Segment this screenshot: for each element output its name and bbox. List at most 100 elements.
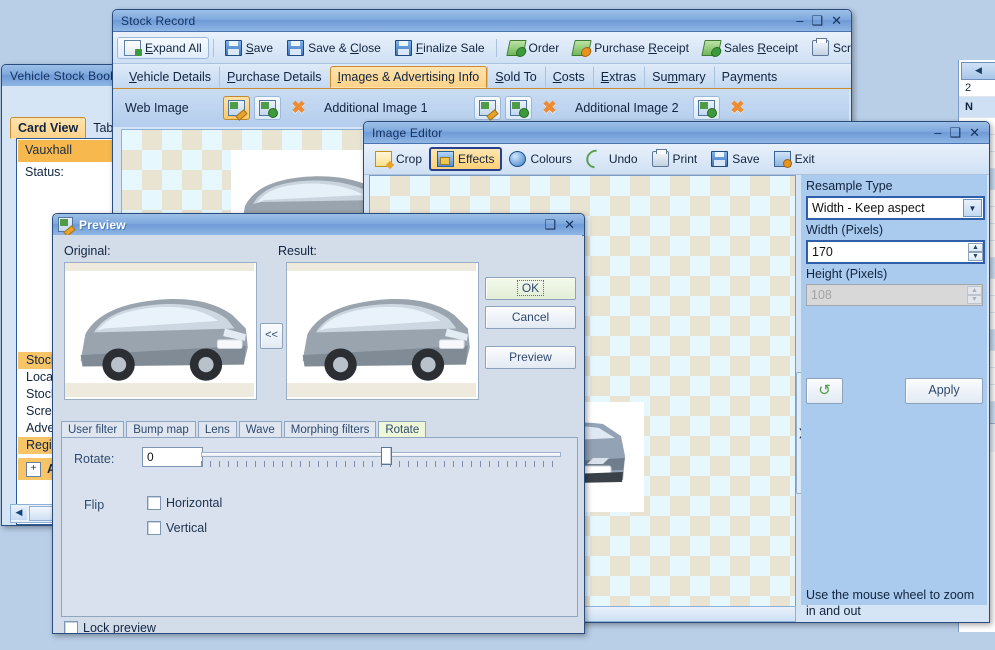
image-editor-titlebar[interactable]: Image Editor – ❑ ✕ [364,122,989,144]
add-image-button[interactable] [505,96,532,120]
stock-record-titlebar[interactable]: Stock Record – ❑ ✕ [113,10,851,32]
refresh-resample-button[interactable]: ↺ [806,378,843,404]
tab-card-view[interactable]: Card View [10,117,87,139]
ok-button[interactable]: OK [485,277,576,300]
rotate-slider[interactable] [201,447,561,467]
editor-print-button[interactable]: Print [645,148,705,170]
editor-button-label: Colours [530,152,572,166]
stock-record-toolbar[interactable]: Expand All Save Save & Close Finalize Sale O… [113,32,851,64]
add-image-button[interactable] [693,96,720,120]
chevron-down-icon[interactable]: ▼ [963,199,982,217]
tab-payments[interactable]: Payments [713,66,786,88]
add-image-button[interactable] [254,96,281,120]
flip-label: Flip [84,498,105,512]
toolbar-order-button[interactable]: Order [501,37,567,59]
effect-tab-wave[interactable]: Wave [238,421,282,438]
grid-row[interactable]: 2 [959,80,995,97]
tab-vehicle-details[interactable]: Vehicle Details [121,66,219,88]
editor-save-button[interactable]: Save [704,148,766,170]
toolbar-expand-all-button[interactable]: Expand All [117,36,209,59]
stock-record-tabstrip[interactable]: Vehicle Details Purchase Details Images & … [113,64,851,89]
effect-tab-user-filter[interactable]: User filter [61,421,125,438]
flip-horizontal-row[interactable]: Horizontal [147,496,222,510]
close-button[interactable]: ✕ [831,14,842,27]
printer-icon [651,149,669,167]
image-add-icon [698,100,717,118]
maximize-button[interactable]: ❑ [544,218,556,231]
hscroll-left-arrow[interactable]: ◀ [11,505,27,520]
flip-horizontal-checkbox[interactable] [147,496,161,510]
toolbar-button-label: Purchase Receipt [594,40,689,55]
resample-type-select[interactable]: Width - Keep aspect ▼ [806,196,985,220]
editor-button-label: Effects [458,152,495,166]
tab-costs[interactable]: Costs [544,66,593,88]
effect-tab-bump-map[interactable]: Bump map [126,421,196,438]
mouse-wheel-hint: Use the mouse wheel to zoom in and out [806,588,975,618]
lock-preview-row[interactable]: Lock preview [64,621,156,633]
maximize-button[interactable]: ❑ [949,126,961,139]
toolbar-save-button[interactable]: Save [218,37,280,59]
toolbar-finalize-sale-button[interactable]: Finalize Sale [388,37,492,59]
editor-effects-button[interactable]: Effects [429,147,503,171]
tab-purchase-details[interactable]: Purchase Details [219,66,330,88]
recycle-icon: ↺ [818,382,831,399]
toolbar-sales-receipt-button[interactable]: Sales Receipt [696,37,805,59]
flip-vertical-row[interactable]: Vertical [147,521,207,535]
purchase-receipt-icon [571,39,592,56]
width-spinner-down[interactable]: ▼ [968,252,983,261]
delete-image-button[interactable]: ✖ [536,96,563,120]
lock-preview-checkbox[interactable] [64,621,78,633]
preview-dialog[interactable]: Preview ❑ ✕ Original: Result: << OK Canc… [52,213,585,634]
editor-exit-button[interactable]: Exit [767,148,822,170]
preview-button[interactable]: Preview [485,346,576,369]
width-pixels-input[interactable]: 170 ▲ ▼ [806,240,985,264]
edit-image-button[interactable] [223,96,250,120]
apply-button[interactable]: Apply [905,378,983,404]
toolbar-purchase-receipt-button[interactable]: Purchase Receipt [566,37,696,59]
effect-tab-lens[interactable]: Lens [197,421,237,438]
effect-tab-morphing-filters[interactable]: Morphing filters [283,421,377,438]
tab-summary[interactable]: Summary [644,66,714,88]
editor-crop-button[interactable]: Crop [368,148,429,170]
tab-extras[interactable]: Extras [592,66,644,88]
result-image-box[interactable] [286,262,479,400]
minimize-button[interactable]: – [934,126,941,139]
image-slot: Additional Image 2 ✖ [563,96,751,120]
flip-vertical-checkbox[interactable] [147,521,161,535]
delete-image-button[interactable]: ✖ [285,96,312,120]
width-spinner[interactable]: ▲ ▼ [968,243,983,261]
edit-image-button[interactable] [474,96,501,120]
close-button[interactable]: ✕ [969,126,980,139]
grid-group-header[interactable]: N [959,97,995,118]
copy-back-button[interactable]: << [260,323,283,349]
image-add-icon [510,100,529,118]
image-editor-side-panel: Resample Type Width - Keep aspect ▼ Widt… [801,175,987,618]
editor-colours-button[interactable]: Colours [502,148,578,170]
tab-images-advertising-info[interactable]: Images & Advertising Info [329,66,488,88]
image-add-icon [259,100,278,118]
cancel-button[interactable]: Cancel [485,306,576,329]
toolbar-save-close-button[interactable]: Save & Close [280,37,388,59]
image-editor-toolbar[interactable]: Crop Effects Colours Undo Print Save Exit [364,144,989,175]
delete-image-button[interactable]: ✖ [724,96,751,120]
preview-titlebar[interactable]: Preview ❑ ✕ [53,214,584,236]
editor-undo-button[interactable]: Undo [579,145,645,173]
image-edit-icon [479,100,496,116]
effect-tab-rotate[interactable]: Rotate [378,421,427,438]
close-button[interactable]: ✕ [564,218,575,231]
expander-plus-icon[interactable]: + [26,461,41,477]
original-image-box[interactable] [64,262,257,400]
maximize-button[interactable]: ❑ [811,14,823,27]
effect-tabstrip[interactable]: User filter Bump map Lens Wave Morphing filt… [61,420,576,438]
delete-x-icon: ✖ [291,98,306,117]
tab-sold-to[interactable]: Sold To [487,66,544,88]
slider-thumb[interactable] [381,447,392,465]
minimize-button[interactable]: – [796,14,803,27]
image-slot-label: Web Image [125,101,189,115]
width-spinner-up[interactable]: ▲ [968,243,983,252]
toolbar-screen-advert-button[interactable]: Screen Advert [805,37,852,59]
toolbar-button-label: Screen Advert [833,40,852,55]
rotate-input[interactable]: 0 [142,447,203,467]
toolbar-button-label: Finalize Sale [415,40,485,55]
grid-scroll-up[interactable]: ◀ [961,62,995,80]
